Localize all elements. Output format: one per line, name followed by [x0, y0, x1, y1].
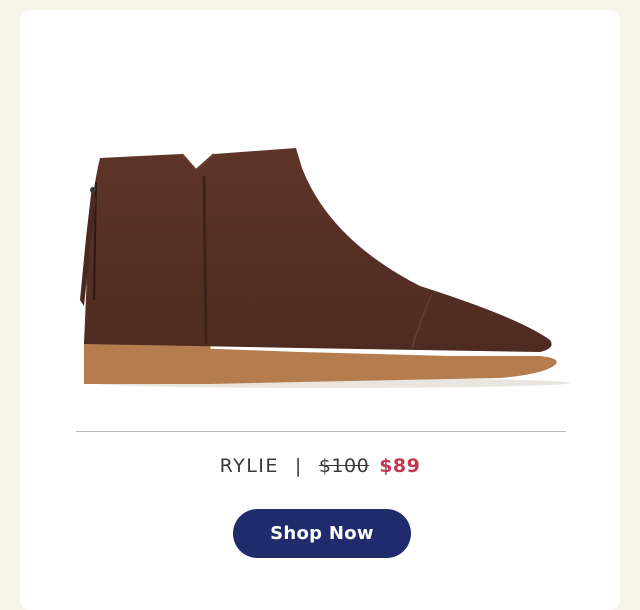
ankle-boot-icon [80, 148, 570, 388]
original-price: $100 [318, 455, 370, 477]
divider [76, 431, 566, 432]
product-name[interactable]: RYLIE [220, 455, 279, 477]
separator: | [294, 455, 303, 477]
shop-now-button[interactable]: Shop Now [233, 509, 411, 558]
product-image[interactable] [0, 0, 640, 420]
product-info-row: RYLIE | $100 $89 [0, 455, 640, 477]
sale-price: $89 [379, 455, 421, 477]
